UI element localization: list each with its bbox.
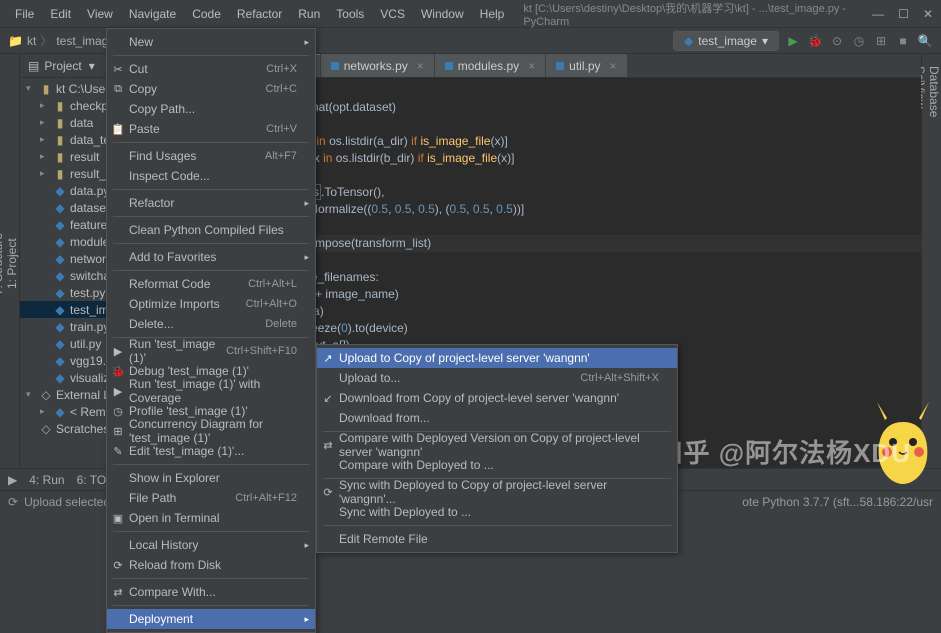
menu-item[interactable]: Compare with Deployed to ... xyxy=(317,455,677,475)
chevron-down-icon[interactable]: ▾ xyxy=(89,59,95,73)
concurrency-button[interactable]: ⊞ xyxy=(873,33,889,49)
menu-tools[interactable]: Tools xyxy=(329,4,371,24)
search-icon[interactable]: 🔍 xyxy=(917,33,933,49)
minimize-icon[interactable]: — xyxy=(872,7,884,21)
menu-file[interactable]: File xyxy=(8,4,41,24)
window-buttons: — ☐ ✕ xyxy=(872,7,933,21)
debug-button[interactable]: 🐞 xyxy=(807,33,823,49)
stop-button[interactable]: ■ xyxy=(895,33,911,49)
coverage-button[interactable]: ⊙ xyxy=(829,33,845,49)
close-icon[interactable]: ✕ xyxy=(923,7,933,21)
crumb-root[interactable]: kt xyxy=(27,34,36,48)
run-config-selector[interactable]: ◆ test_image ▾ xyxy=(673,31,779,51)
rail-project[interactable]: 1: Project xyxy=(5,66,19,462)
menu-vcs[interactable]: VCS xyxy=(373,4,412,24)
rail-structure[interactable]: 7: Structure xyxy=(0,66,5,462)
menu-item[interactable]: Deployment▸ xyxy=(107,609,315,629)
menu-help[interactable]: Help xyxy=(473,4,512,24)
menu-item[interactable]: New▸ xyxy=(107,32,315,52)
editor-tab[interactable]: util.py× xyxy=(546,54,626,77)
menu-item[interactable]: ▶Run 'test_image (1)' with Coverage xyxy=(107,381,315,401)
menu-item[interactable]: Clean Python Compiled Files xyxy=(107,220,315,240)
context-menu[interactable]: New▸ ✂CutCtrl+X⧉CopyCtrl+CCopy Path...📋Pa… xyxy=(106,28,316,633)
run-toolbar: ◆ test_image ▾ ▶ 🐞 ⊙ ◷ ⊞ ■ 🔍 xyxy=(673,31,933,51)
menu-view[interactable]: View xyxy=(80,4,120,24)
menu-item[interactable]: Optimize ImportsCtrl+Alt+O xyxy=(107,294,315,314)
menu-item[interactable]: ⧉CopyCtrl+C xyxy=(107,79,315,99)
menu-window[interactable]: Window xyxy=(414,4,471,24)
sync-icon[interactable]: ⟳ xyxy=(8,495,18,509)
editor-tab[interactable]: modules.py× xyxy=(435,54,545,77)
menu-item[interactable]: ⟳Sync with Deployed to Copy of project-l… xyxy=(317,482,677,502)
run-button[interactable]: ▶ xyxy=(785,33,801,49)
menu-item[interactable]: ▣Open in Terminal xyxy=(107,508,315,528)
menu-item[interactable]: ↙Download from Copy of project-level ser… xyxy=(317,388,677,408)
menu-item[interactable]: Add to Favorites▸ xyxy=(107,247,315,267)
run-config-name: test_image xyxy=(698,34,757,48)
project-icon: ▤ xyxy=(28,59,39,73)
menu-edit[interactable]: Edit xyxy=(43,4,78,24)
menu-item[interactable]: ▶Run 'test_image (1)'Ctrl+Shift+F10 xyxy=(107,341,315,361)
watermark: 知乎 @阿尔法杨XDU xyxy=(657,433,911,470)
menu-item[interactable]: Download from... xyxy=(317,408,677,428)
chevron-right-icon: 〉 xyxy=(40,32,52,49)
editor-tab[interactable]: networks.py× xyxy=(321,54,434,77)
menu-item[interactable]: ⇄Compare with Deployed Version on Copy o… xyxy=(317,435,677,455)
menu-item[interactable]: ⇄Compare With... xyxy=(107,582,315,602)
project-label: Project xyxy=(44,59,81,73)
menu-item[interactable]: ✂CutCtrl+X xyxy=(107,59,315,79)
menu-item[interactable]: Reformat CodeCtrl+Alt+L xyxy=(107,274,315,294)
window-title: kt [C:\Users\destiny\Desktop\我的\机器学习\kt]… xyxy=(523,0,872,28)
interpreter-status[interactable]: ote Python 3.7.7 (sft...58.186:22/usr xyxy=(742,495,933,509)
menu-item[interactable]: 📋PasteCtrl+V xyxy=(107,119,315,139)
menu-item[interactable]: ⊞Concurrency Diagram for 'test_image (1)… xyxy=(107,421,315,441)
left-tool-rail: 1: Project7: Structure2: Favorites xyxy=(0,54,20,468)
deployment-submenu[interactable]: ↗Upload to Copy of project-level server … xyxy=(316,344,678,553)
menu-item[interactable]: Copy Path... xyxy=(107,99,315,119)
menu-item[interactable]: Inspect Code... xyxy=(107,166,315,186)
menu-navigate[interactable]: Navigate xyxy=(122,4,183,24)
menu-item[interactable]: ✎Edit 'test_image (1)'... xyxy=(107,441,315,461)
python-icon: ◆ xyxy=(684,34,693,48)
menu-refactor[interactable]: Refactor xyxy=(230,4,289,24)
menu-item[interactable]: Sync with Deployed to ... xyxy=(317,502,677,522)
menu-item[interactable]: Local History▸ xyxy=(107,535,315,555)
chevron-down-icon: ▾ xyxy=(762,34,768,48)
run-tool-icon[interactable]: ▶ xyxy=(8,473,17,487)
menu-item[interactable]: Show in Explorer xyxy=(107,468,315,488)
breadcrumb: 📁 kt 〉 test_image xyxy=(8,32,115,49)
menubar: FileEditViewNavigateCodeRefactorRunTools… xyxy=(8,4,511,24)
menu-item[interactable]: File PathCtrl+Alt+F12 xyxy=(107,488,315,508)
titlebar: FileEditViewNavigateCodeRefactorRunTools… xyxy=(0,0,941,28)
menu-code[interactable]: Code xyxy=(185,4,228,24)
menu-run[interactable]: Run xyxy=(291,4,327,24)
profile-button[interactable]: ◷ xyxy=(851,33,867,49)
menu-item[interactable]: Delete...Delete xyxy=(107,314,315,334)
menu-item[interactable]: Find UsagesAlt+F7 xyxy=(107,146,315,166)
menu-item[interactable]: Refactor▸ xyxy=(107,193,315,213)
menu-item[interactable]: ⟳Reload from Disk xyxy=(107,555,315,575)
maximize-icon[interactable]: ☐ xyxy=(898,7,909,21)
folder-icon: 📁 xyxy=(8,34,23,48)
menu-item[interactable]: Upload to...Ctrl+Alt+Shift+X xyxy=(317,368,677,388)
menu-item[interactable]: ↗Upload to Copy of project-level server … xyxy=(317,348,677,368)
menu-item[interactable]: Edit Remote File xyxy=(317,529,677,549)
run-tool-tab[interactable]: 4: Run xyxy=(29,473,64,487)
